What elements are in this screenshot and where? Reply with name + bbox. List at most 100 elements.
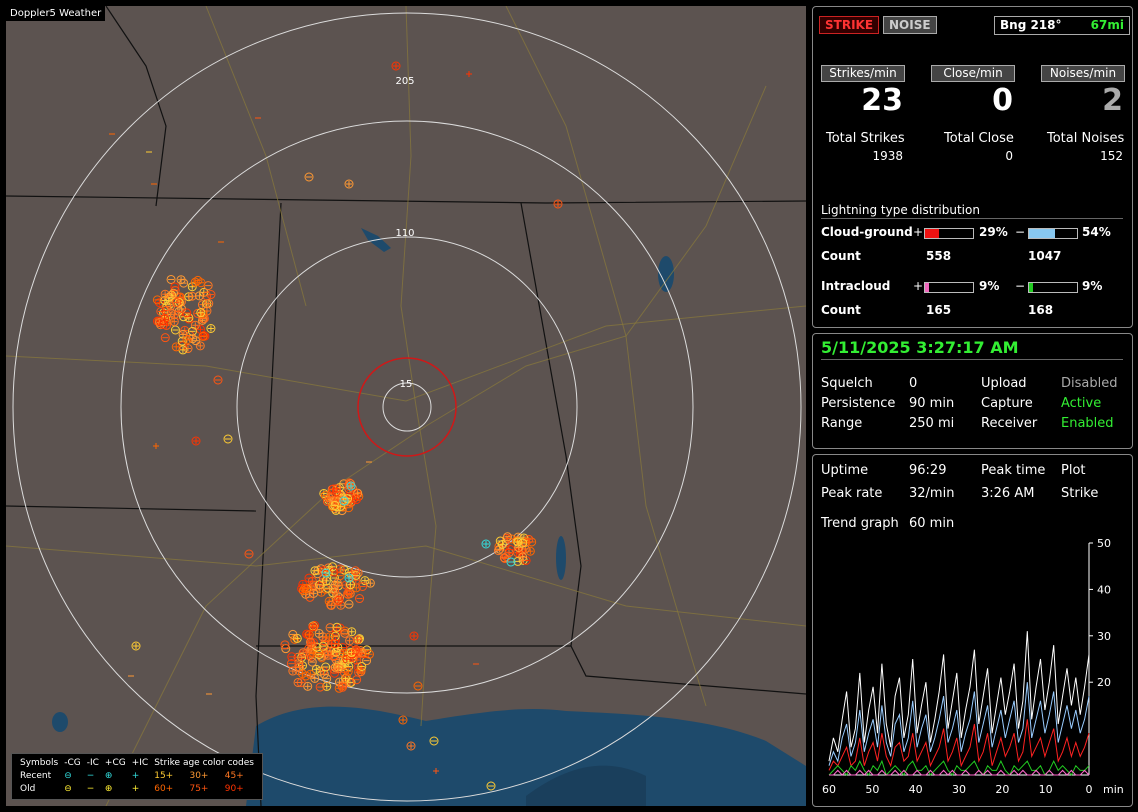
- ic-positive-percent: 9%: [979, 279, 1000, 293]
- strike-marker: [346, 481, 356, 491]
- strike-marker: [306, 639, 316, 649]
- strike-marker: [182, 335, 192, 345]
- strike-marker: [553, 199, 563, 209]
- cg-negative-percent: 54%: [1082, 225, 1111, 239]
- ic-negative-bar: [1028, 282, 1078, 293]
- ic-minus-sign: −: [1015, 279, 1026, 293]
- datetime-display: 5/11/2025 3:27:17 AM: [821, 338, 1019, 357]
- upload-label: Upload: [981, 376, 1027, 391]
- total-close-label: Total Close: [944, 131, 1014, 146]
- strike-marker: [161, 306, 171, 316]
- trend-panel: Uptime 96:29 Peak time Plot Peak rate 32…: [812, 454, 1133, 807]
- y-tick-label: 20: [1097, 676, 1111, 689]
- strike-marker: [131, 641, 141, 651]
- lightning-map[interactable]: 205 110 15 Doppler5 Weather Symbols -CG -I…: [6, 6, 806, 806]
- strike-marker: [344, 179, 354, 189]
- strike-marker: [321, 662, 331, 672]
- peak-rate-value: 32/min: [909, 486, 955, 501]
- strike-marker: [506, 557, 516, 567]
- strike-marker: [213, 375, 223, 385]
- legend-col-neg-cg: -CG: [64, 758, 81, 768]
- inner-ring: [382, 382, 432, 432]
- neg-ic-old-icon: −: [86, 784, 95, 794]
- ic-negative-count: 168: [1028, 303, 1054, 317]
- legend-row-recent: Recent: [20, 771, 52, 781]
- range-ring: [120, 120, 694, 694]
- strike-marker: [196, 308, 206, 318]
- strike-marker: [169, 310, 179, 320]
- cg-minus-sign: −: [1015, 225, 1026, 239]
- strike-marker: [338, 682, 348, 692]
- capture-label: Capture: [981, 396, 1033, 411]
- state-border: [105, 6, 167, 207]
- strike-marker: [409, 631, 419, 641]
- strike-marker: [335, 564, 345, 574]
- total-strikes-label: Total Strikes: [826, 131, 905, 146]
- noises-per-min-value: 2: [1102, 83, 1123, 118]
- receiver-status[interactable]: Enabled: [1061, 416, 1114, 431]
- strike-marker: [334, 595, 344, 605]
- strike-marker: [351, 645, 361, 655]
- strike-marker: [406, 741, 416, 751]
- pos-ic-old-icon: +: [131, 784, 140, 794]
- symbol-legend: Symbols -CG -IC +CG +IC Strike age color…: [11, 753, 263, 800]
- distribution-title: Lightning type distribution: [821, 203, 980, 217]
- strike-marker: [191, 436, 201, 446]
- peak-time-value: 3:26 AM: [981, 486, 1035, 501]
- strike-marker: [355, 594, 365, 604]
- total-noises-label: Total Noises: [1047, 131, 1125, 146]
- bearing-display: Bng 218° 67mi: [994, 16, 1130, 35]
- close-per-min-button[interactable]: Close/min: [931, 65, 1015, 82]
- close-per-min-value: 0: [992, 83, 1013, 118]
- noise-button[interactable]: NOISE: [883, 16, 937, 34]
- strike-marker: [314, 628, 324, 638]
- strike-marker: [308, 622, 318, 632]
- upload-status[interactable]: Disabled: [1061, 376, 1117, 391]
- plot-value[interactable]: Strike: [1061, 486, 1098, 501]
- strike-marker: [204, 299, 214, 309]
- y-tick-label: 40: [1097, 583, 1111, 596]
- persistence-value: 90 min: [909, 396, 955, 411]
- strike-marker: [170, 325, 180, 335]
- strike-marker: [153, 443, 159, 449]
- strike-marker: [398, 715, 408, 725]
- strike-button[interactable]: STRIKE: [819, 16, 880, 34]
- capture-status[interactable]: Active: [1061, 396, 1101, 411]
- strike-marker: [191, 336, 201, 346]
- squelch-label: Squelch: [821, 376, 873, 391]
- road: [6, 545, 806, 627]
- age-15: 15+: [154, 771, 174, 781]
- strike-marker: [298, 586, 308, 596]
- divider: [821, 359, 1123, 360]
- strike-marker: [195, 341, 205, 351]
- squelch-value: 0: [909, 376, 918, 391]
- strike-marker: [298, 648, 308, 658]
- cg-negative-count: 1047: [1028, 249, 1062, 263]
- x-axis-label: min: [1103, 783, 1124, 796]
- legend-col-pos-ic: +IC: [131, 758, 149, 768]
- strike-marker: [364, 649, 374, 659]
- ic-count-label: Count: [821, 303, 861, 317]
- strike-marker: [326, 600, 336, 610]
- state-border: [255, 202, 282, 806]
- strike-marker: [304, 630, 314, 640]
- legend-row-old: Old: [20, 784, 36, 794]
- total-strikes-value: 1938: [872, 149, 903, 163]
- ic-positive-count: 165: [926, 303, 952, 317]
- strike-marker: [160, 289, 170, 299]
- peak-rate-label: Peak rate: [821, 486, 883, 501]
- strike-marker: [525, 546, 535, 556]
- strike-marker: [179, 278, 189, 288]
- noises-per-min-button[interactable]: Noises/min: [1041, 65, 1125, 82]
- strike-marker: [352, 675, 362, 685]
- total-noises-value: 152: [1100, 149, 1123, 163]
- strikes-per-min-button[interactable]: Strikes/min: [821, 65, 905, 82]
- map-canvas[interactable]: 205 110 15: [6, 6, 806, 806]
- bearing-value: Bng 218°: [1000, 18, 1062, 32]
- ic-negative-percent: 9%: [1082, 279, 1103, 293]
- strike-marker: [280, 640, 290, 650]
- pos-ic-recent-icon: +: [131, 771, 140, 781]
- range-label: Range: [821, 416, 863, 431]
- state-border: [6, 505, 257, 512]
- cg-positive-count: 558: [926, 249, 952, 263]
